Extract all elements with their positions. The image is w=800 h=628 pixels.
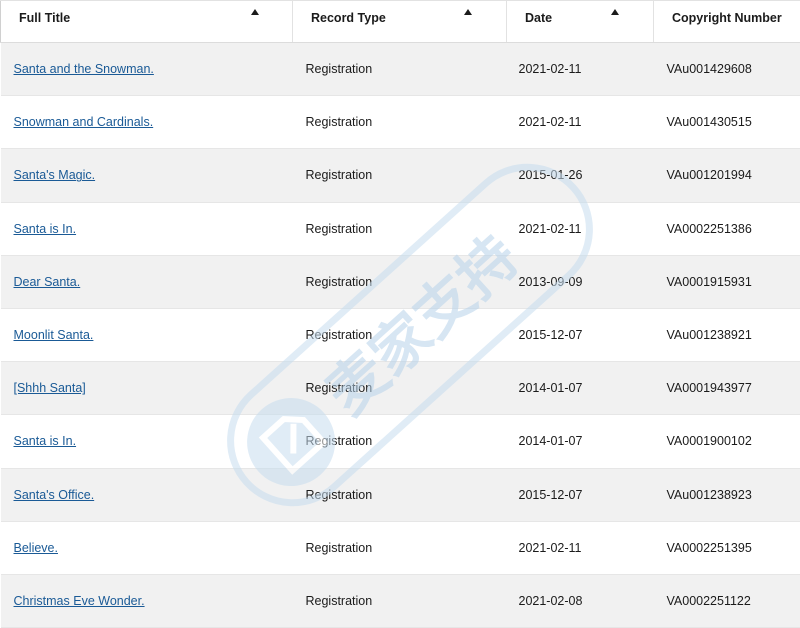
table-row: Moonlit Santa. Registration2015-12-07VAu0… bbox=[1, 308, 800, 361]
cell-date: 2015-12-07 bbox=[507, 468, 654, 521]
table-row: Santa is In. Registration2014-01-07VA0001… bbox=[1, 415, 800, 468]
cell-record-type: Registration bbox=[293, 308, 507, 361]
table-row: Christmas Eve Wonder. Registration2021-02… bbox=[1, 574, 800, 627]
cell-copyright-number: VAu001238923 bbox=[654, 468, 800, 521]
cell-full-title: Moonlit Santa. bbox=[1, 308, 293, 361]
sort-ascending-icon[interactable] bbox=[251, 9, 259, 15]
cell-record-type: Registration bbox=[293, 255, 507, 308]
record-title-link[interactable]: Santa's Office. bbox=[14, 488, 95, 502]
cell-date: 2014-01-07 bbox=[507, 415, 654, 468]
cell-record-type: Registration bbox=[293, 202, 507, 255]
column-header-record-type[interactable]: Record Type bbox=[293, 1, 507, 43]
cell-copyright-number: VAu001238921 bbox=[654, 308, 800, 361]
record-title-link[interactable]: Santa is In. bbox=[14, 222, 77, 236]
cell-full-title: Santa's Office. bbox=[1, 468, 293, 521]
record-title-link[interactable]: Santa and the Snowman. bbox=[14, 62, 154, 76]
sort-ascending-icon[interactable] bbox=[464, 9, 472, 15]
column-header-label: Full Title bbox=[19, 11, 70, 25]
record-title-link[interactable]: Moonlit Santa. bbox=[14, 328, 94, 342]
column-header-full-title[interactable]: Full Title bbox=[1, 1, 293, 43]
column-header-label: Record Type bbox=[311, 11, 386, 25]
cell-date: 2021-02-11 bbox=[507, 43, 654, 96]
cell-full-title: [Shhh Santa] bbox=[1, 362, 293, 415]
cell-record-type: Registration bbox=[293, 149, 507, 202]
column-header-date[interactable]: Date bbox=[507, 1, 654, 43]
table-row: Santa is In. Registration2021-02-11VA0002… bbox=[1, 202, 800, 255]
cell-copyright-number: VAu001430515 bbox=[654, 96, 800, 149]
cell-full-title: Dear Santa. bbox=[1, 255, 293, 308]
cell-date: 2021-02-11 bbox=[507, 96, 654, 149]
record-title-link[interactable]: [Shhh Santa] bbox=[14, 381, 86, 395]
cell-date: 2013-09-09 bbox=[507, 255, 654, 308]
cell-copyright-number: VA0001915931 bbox=[654, 255, 800, 308]
cell-record-type: Registration bbox=[293, 574, 507, 627]
table-body: Santa and the Snowman.Registration2021-0… bbox=[1, 43, 800, 628]
column-header-label: Copyright Number bbox=[672, 11, 782, 25]
record-title-link[interactable]: Santa is In. bbox=[14, 434, 77, 448]
cell-date: 2015-01-26 bbox=[507, 149, 654, 202]
cell-date: 2021-02-08 bbox=[507, 574, 654, 627]
cell-copyright-number: VAu001429608 bbox=[654, 43, 800, 96]
cell-copyright-number: VAu001201994 bbox=[654, 149, 800, 202]
cell-copyright-number: VA0002251122 bbox=[654, 574, 800, 627]
cell-full-title: Snowman and Cardinals. bbox=[1, 96, 293, 149]
cell-copyright-number: VA0001943977 bbox=[654, 362, 800, 415]
record-title-link[interactable]: Santa's Magic. bbox=[14, 168, 96, 182]
cell-date: 2015-12-07 bbox=[507, 308, 654, 361]
table-row: Believe. Registration2021-02-11VA00022513… bbox=[1, 521, 800, 574]
record-title-link[interactable]: Believe. bbox=[14, 541, 58, 555]
cell-record-type: Registration bbox=[293, 468, 507, 521]
cell-date: 2014-01-07 bbox=[507, 362, 654, 415]
cell-record-type: Registration bbox=[293, 96, 507, 149]
cell-full-title: Santa's Magic. bbox=[1, 149, 293, 202]
table-row: Santa and the Snowman. Registration2021-0… bbox=[1, 43, 800, 96]
cell-record-type: Registration bbox=[293, 521, 507, 574]
table-row: Dear Santa. Registration2013-09-09VA00019… bbox=[1, 255, 800, 308]
table-header: Full Title Record Type Date Copyright Nu… bbox=[1, 1, 800, 43]
table-row: [Shhh Santa] Registration2014-01-07VA0001… bbox=[1, 362, 800, 415]
cell-date: 2021-02-11 bbox=[507, 521, 654, 574]
cell-full-title: Christmas Eve Wonder. bbox=[1, 574, 293, 627]
cell-full-title: Santa is In. bbox=[1, 415, 293, 468]
record-title-link[interactable]: Dear Santa. bbox=[14, 275, 81, 289]
cell-full-title: Santa is In. bbox=[1, 202, 293, 255]
cell-copyright-number: VA0002251395 bbox=[654, 521, 800, 574]
cell-copyright-number: VA0002251386 bbox=[654, 202, 800, 255]
record-title-link[interactable]: Christmas Eve Wonder. bbox=[14, 594, 145, 608]
sort-ascending-icon[interactable] bbox=[611, 9, 619, 15]
cell-record-type: Registration bbox=[293, 362, 507, 415]
column-header-copyright-number[interactable]: Copyright Number bbox=[654, 1, 800, 43]
cell-full-title: Believe. bbox=[1, 521, 293, 574]
cell-full-title: Santa and the Snowman. bbox=[1, 43, 293, 96]
record-title-link[interactable]: Snowman and Cardinals. bbox=[14, 115, 154, 129]
table-row: Santa's Office. Registration2015-12-07VAu… bbox=[1, 468, 800, 521]
cell-record-type: Registration bbox=[293, 43, 507, 96]
cell-copyright-number: VA0001900102 bbox=[654, 415, 800, 468]
table-row: Snowman and Cardinals. Registration2021-0… bbox=[1, 96, 800, 149]
records-table: Full Title Record Type Date Copyright Nu… bbox=[0, 0, 800, 628]
cell-record-type: Registration bbox=[293, 415, 507, 468]
table-row: Santa's Magic. Registration2015-01-26VAu0… bbox=[1, 149, 800, 202]
cell-date: 2021-02-11 bbox=[507, 202, 654, 255]
column-header-label: Date bbox=[525, 11, 552, 25]
